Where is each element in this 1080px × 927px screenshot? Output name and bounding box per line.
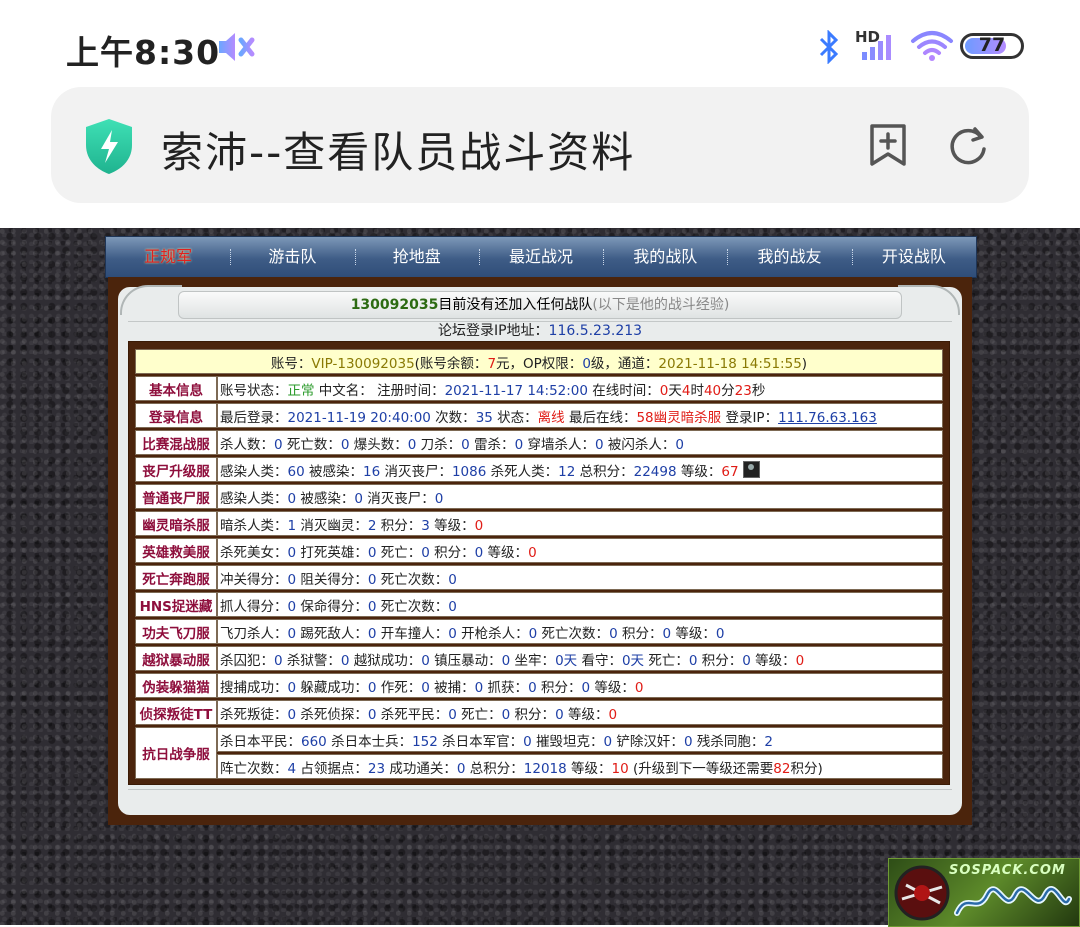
row-stats: 抓人得分：0 保命得分：0 死亡次数：0 — [217, 592, 943, 617]
row-label: HNS捉迷藏 — [135, 592, 217, 617]
page-title: 索沛--查看队员战斗资料 — [161, 128, 636, 177]
nav-my-team[interactable]: 我的战队 — [603, 237, 727, 277]
row-label: 功夫飞刀服 — [135, 619, 217, 644]
watermark-emblem-icon — [894, 865, 950, 921]
stats-frame: 账号：VIP-130092035(账号余额：7元，OP权限：0级，通道：2021… — [128, 341, 950, 785]
row-stats: 杀人数：0 死亡数：0 爆头数：0 刀杀：0 雷杀：0 穿墙杀人：0 被闪杀人：… — [217, 430, 943, 455]
table-row: 登录信息 最后登录：2021-11-19 20:40:00 次数：35 状态：离… — [135, 403, 943, 428]
profile-panel: 130092035目前没有还加入任何战队(以下是他的战斗经验) 论坛登录IP地址… — [108, 277, 972, 825]
last-login: 2021-11-19 20:40:00 — [287, 409, 431, 426]
row-label-login: 登录信息 — [135, 403, 217, 428]
row-stats: 阵亡次数：4 占领据点：23 成功通关：0 总积分：12018 等级：10 (升… — [217, 754, 943, 779]
mute-icon — [219, 33, 255, 61]
nav-regular-army[interactable]: 正规军 — [106, 237, 230, 277]
nav-territory[interactable]: 抢地盘 — [354, 237, 479, 277]
panel-footer — [128, 789, 952, 808]
account-balance: 7 — [487, 355, 497, 372]
table-row: 死亡奔跑服 冲关得分：0 阻关得分：0 死亡次数：0 — [135, 565, 943, 590]
watermark-text: SOSPACK.COM — [949, 863, 1066, 878]
row-label-basic: 基本信息 — [135, 376, 217, 401]
row-stats: 杀日本平民：660 杀日本士兵：152 杀日本军官：0 摧毁坦克：0 铲除汉奸：… — [217, 727, 943, 752]
row-label: 越狱暴动服 — [135, 646, 217, 671]
nav-create-team[interactable]: 开设战队 — [851, 237, 976, 277]
reload-icon[interactable] — [947, 125, 989, 167]
account-time: 2021-11-18 14:51:55 — [658, 355, 802, 372]
bluetooth-icon — [819, 30, 839, 64]
table-row: 丧尸升级服 感染人类：60 被感染：16 消灭丧尸：1086 杀死人类：12 总… — [135, 457, 943, 482]
panel-body: 130092035目前没有还加入任何战队(以下是他的战斗经验) 论坛登录IP地址… — [118, 285, 962, 815]
watermark-script-logo — [954, 886, 1072, 916]
row-label: 抗日战争服 — [135, 727, 217, 779]
table-row: 功夫飞刀服 飞刀杀人：0 踢死敌人：0 开车撞人：0 开枪杀人：0 死亡次数：0… — [135, 619, 943, 644]
table-row: 侦探叛徒TT 杀死叛徒：0 杀死侦探：0 杀死平民：0 死亡：0 积分：0 等级… — [135, 700, 943, 725]
signal-icon — [862, 35, 891, 60]
table-row: 普通丧尸服 感染人类：0 被感染：0 消灭丧尸：0 — [135, 484, 943, 509]
row-stats: 杀死美女：0 打死英雄：0 死亡：0 积分：0 等级：0 — [217, 538, 943, 563]
row-label: 普通丧尸服 — [135, 484, 217, 509]
nav-recent-battles[interactable]: 最近战况 — [478, 237, 603, 277]
account-row: 账号：VIP-130092035(账号余额：7元，OP权限：0级，通道：2021… — [135, 349, 943, 374]
row-stats: 感染人类：0 被感染：0 消灭丧尸：0 — [217, 484, 943, 509]
web-page: 正规军 游击队 抢地盘 最近战况 我的战队 我的战友 开设战队 13009203… — [0, 228, 1080, 927]
team-status-header: 130092035目前没有还加入任何战队(以下是他的战斗经验) — [178, 291, 902, 319]
rank-avatar-icon — [742, 460, 760, 478]
row-label: 英雄救美服 — [135, 538, 217, 563]
last-server: 58幽灵暗杀服 — [636, 409, 722, 426]
team-status-note: (以下是他的战斗经验) — [592, 297, 730, 313]
stats-table: 账号：VIP-130092035(账号余额：7元，OP权限：0级，通道：2021… — [135, 347, 943, 781]
row-label: 侦探叛徒TT — [135, 700, 217, 725]
forum-ip-label: 论坛登录IP地址： — [437, 323, 549, 339]
status-bar: 上午8:30 HD 77 — [0, 0, 1080, 90]
row-stats: 暗杀人类：1 消灭幽灵：2 积分：3 等级：0 — [217, 511, 943, 536]
panel-corner-left — [120, 285, 182, 315]
table-row: 比赛混战服 杀人数：0 死亡数：0 爆头数：0 刀杀：0 雷杀：0 穿墙杀人：0… — [135, 430, 943, 455]
table-row: 越狱暴动服 杀囚犯：0 杀狱警：0 越狱成功：0 镇压暴动：0 坐牢：0天 看守… — [135, 646, 943, 671]
row-label: 伪装躲猫猫 — [135, 673, 217, 698]
clock: 上午8:30 — [66, 33, 221, 72]
nav-my-friends[interactable]: 我的战友 — [727, 237, 851, 277]
table-row: HNS捉迷藏 抓人得分：0 保命得分：0 死亡次数：0 — [135, 592, 943, 617]
nav-guerrilla[interactable]: 游击队 — [230, 237, 354, 277]
table-row: 幽灵暗杀服 暗杀人类：1 消灭幽灵：2 积分：3 等级：0 — [135, 511, 943, 536]
basic-info: 账号状态：正常 中文名： 注册时间：2021-11-17 14:52:00 在线… — [217, 376, 943, 401]
account-info: 账号：VIP-130092035(账号余额：7元，OP权限：0级，通道：2021… — [135, 349, 943, 374]
table-row: 抗日战争服 杀日本平民：660 杀日本士兵：152 杀日本军官：0 摧毁坦克：0… — [135, 727, 943, 779]
wifi-icon — [911, 31, 953, 61]
account-id: VIP-130092035 — [311, 355, 415, 372]
user-id: 130092035 — [350, 297, 439, 313]
table-row: 基本信息 账号状态：正常 中文名： 注册时间：2021-11-17 14:52:… — [135, 376, 943, 401]
row-stats: 搜捕成功：0 躲藏成功：0 作死：0 被捕：0 抓获：0 积分：0 等级：0 — [217, 673, 943, 698]
online-state: 离线 — [537, 409, 565, 426]
battery-percent: 77 — [978, 34, 1006, 56]
add-bookmark-icon[interactable] — [867, 123, 909, 167]
login-ip-link[interactable]: 111.76.63.163 — [778, 410, 877, 426]
row-stats: 冲关得分：0 阻关得分：0 死亡次数：0 — [217, 565, 943, 590]
table-row: 伪装躲猫猫 搜捕成功：0 躲藏成功：0 作死：0 被捕：0 抓获：0 积分：0 … — [135, 673, 943, 698]
table-row: 阵亡次数：4 占领据点：23 成功通关：0 总积分：12018 等级：10 (升… — [135, 754, 943, 779]
row-stats: 杀死叛徒：0 杀死侦探：0 杀死平民：0 死亡：0 积分：0 等级：0 — [217, 700, 943, 725]
row-label: 死亡奔跑服 — [135, 565, 217, 590]
register-time: 2021-11-17 14:52:00 — [444, 382, 588, 399]
row-stats: 感染人类：60 被感染：16 消灭丧尸：1086 杀死人类：12 总积分：224… — [217, 457, 943, 482]
row-label: 比赛混战服 — [135, 430, 217, 455]
top-nav: 正规军 游击队 抢地盘 最近战况 我的战队 我的战友 开设战队 — [105, 236, 977, 278]
row-label: 幽灵暗杀服 — [135, 511, 217, 536]
login-info: 最后登录：2021-11-19 20:40:00 次数：35 状态：离线 最后在… — [217, 403, 943, 428]
op-level: 0 — [582, 355, 591, 372]
forum-ip-row: 论坛登录IP地址：116.5.23.213 — [128, 321, 952, 340]
site-watermark-logo: SOSPACK.COM — [888, 858, 1080, 927]
row-label: 丧尸升级服 — [135, 457, 217, 482]
row-stats: 飞刀杀人：0 踢死敌人：0 开车撞人：0 开枪杀人：0 死亡次数：0 积分：0 … — [217, 619, 943, 644]
row-stats: 杀囚犯：0 杀狱警：0 越狱成功：0 镇压暴动：0 坐牢：0天 看守：0天 死亡… — [217, 646, 943, 671]
battery-indicator: 77 — [960, 33, 1024, 59]
team-status-message: 目前没有还加入任何战队 — [438, 297, 593, 313]
table-row: 英雄救美服 杀死美女：0 打死英雄：0 死亡：0 积分：0 等级：0 — [135, 538, 943, 563]
security-shield-icon[interactable] — [83, 117, 135, 175]
forum-ip-value: 116.5.23.213 — [548, 323, 643, 339]
panel-corner-right — [898, 285, 960, 315]
address-bar[interactable]: 索沛--查看队员战斗资料 — [51, 87, 1029, 203]
account-status: 正常 — [287, 382, 315, 399]
